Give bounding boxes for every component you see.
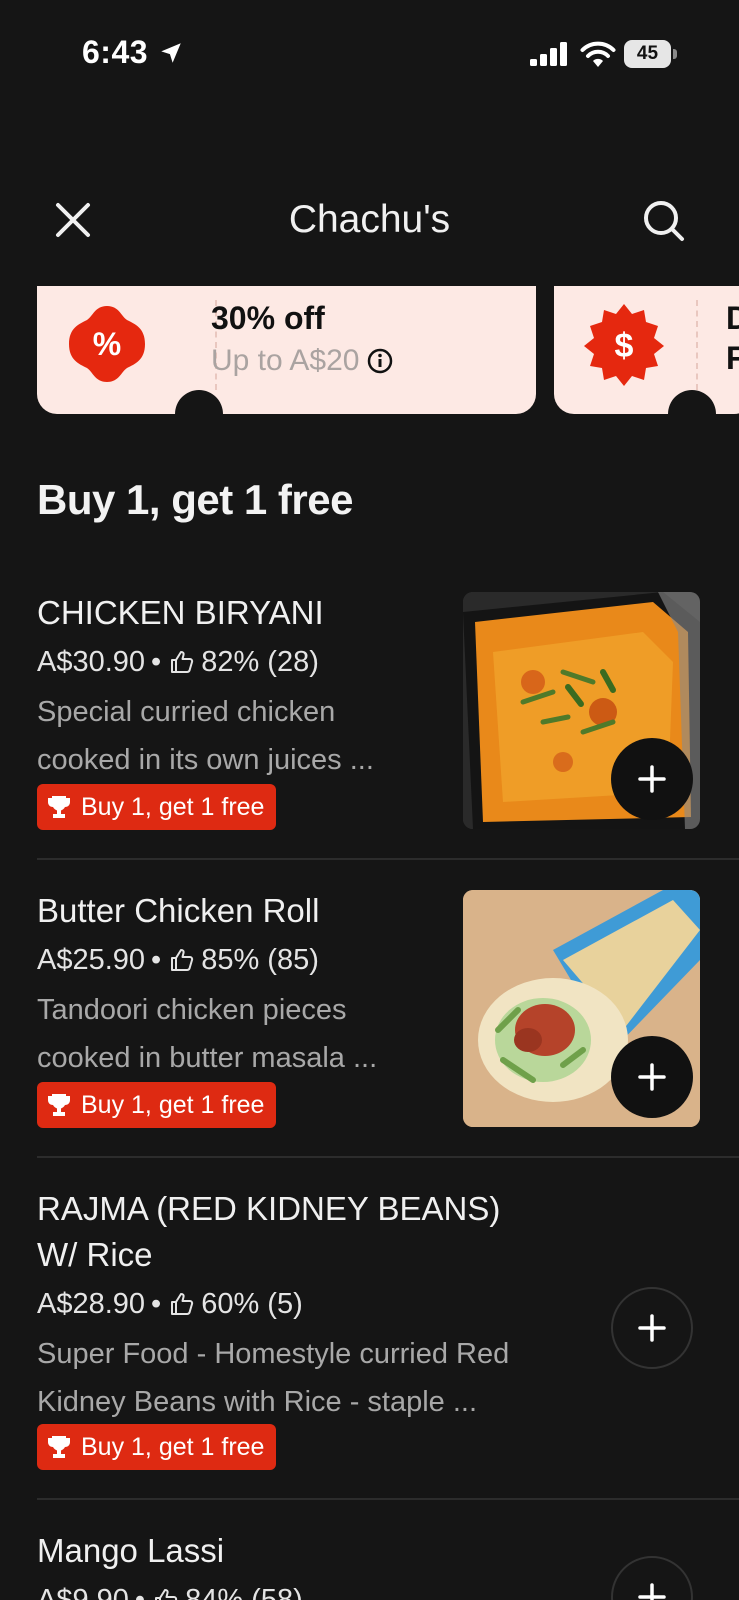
status-bar: 6:43 45 — [0, 0, 739, 110]
plus-icon — [638, 1063, 666, 1091]
deal-label: Buy 1, get 1 free — [81, 1090, 265, 1119]
item-rating: 85% (85) — [201, 944, 319, 976]
promo-divider — [696, 300, 698, 390]
battery-level: 45 — [636, 43, 659, 64]
item-rating: 60% (5) — [201, 1288, 303, 1320]
battery-cap — [673, 49, 677, 59]
item-price: A$25.90 — [37, 944, 146, 976]
promo-notch — [175, 390, 223, 414]
menu-item[interactable]: CHICKEN BIRYANI A$30.90 • 82% (28) Speci… — [37, 590, 739, 850]
badge-symbol: % — [93, 326, 121, 362]
promo-subtitle: Up to A$20 — [211, 344, 393, 378]
item-meta: A$9.90 • 84% (58) — [37, 1580, 303, 1600]
battery-indicator: 45 — [624, 40, 677, 68]
item-meta: A$28.90 • 60% (5) — [37, 1284, 303, 1324]
page-title: Chachu's — [288, 198, 451, 241]
item-desc-line2: cooked in its own juices ... — [37, 744, 374, 776]
item-rating: 82% (28) — [201, 646, 319, 678]
menu-item[interactable]: RAJMA (RED KIDNEY BEANS) W/ Rice A$28.90… — [37, 1186, 739, 1476]
deal-badge: Buy 1, get 1 free — [37, 784, 277, 830]
item-price: A$9.90 — [37, 1584, 129, 1600]
menu-item[interactable]: Mango Lassi A$9.90 • 84% (58) — [37, 1528, 739, 1600]
promo-subtitle-text: Up to A$20 — [211, 344, 360, 377]
item-price: A$30.90 — [37, 646, 146, 678]
item-name-line2: W/ Rice — [37, 1236, 153, 1273]
location-arrow-icon — [161, 43, 181, 63]
info-icon[interactable] — [367, 348, 393, 374]
meta-dot: • — [134, 1584, 146, 1600]
deal-badge: Buy 1, get 1 free — [37, 1082, 277, 1128]
item-desc-line2: cooked in butter masala ... — [37, 1042, 378, 1074]
trophy-icon — [48, 1436, 70, 1458]
trophy-icon — [48, 1094, 70, 1116]
deal-badge: Buy 1, get 1 free — [37, 1424, 277, 1470]
trophy-icon — [48, 796, 70, 818]
plus-icon — [638, 1314, 666, 1342]
item-name: CHICKEN BIRYANI — [37, 594, 324, 631]
screen: 6:43 45 Chachu's % 30% off Up to A$20 $ … — [0, 0, 739, 1600]
search-button[interactable] — [640, 197, 688, 245]
percent-badge-icon: % — [69, 306, 145, 382]
cellular-signal-icon — [530, 42, 567, 66]
item-meta: A$30.90 • 82% (28) — [37, 642, 319, 682]
section-title: Buy 1, get 1 free — [37, 476, 353, 523]
menu-item[interactable]: Butter Chicken Roll A$25.90 • 85% (85) T… — [37, 888, 739, 1148]
wifi-icon — [580, 41, 616, 67]
item-price: A$28.90 — [37, 1288, 146, 1320]
meta-dot: • — [151, 944, 162, 976]
add-to-cart-button[interactable] — [611, 1287, 693, 1369]
item-rating: 84% (58) — [185, 1584, 303, 1600]
plus-icon — [638, 1583, 666, 1600]
badge-symbol: $ — [615, 327, 634, 365]
search-icon — [644, 201, 684, 241]
status-time: 6:43 — [82, 34, 149, 70]
thumbs-up-icon — [171, 651, 194, 673]
promo-card[interactable]: % 30% off Up to A$20 — [37, 286, 536, 414]
item-name: Mango Lassi — [37, 1532, 225, 1569]
thumbs-up-icon — [171, 1293, 194, 1315]
item-separator — [37, 1156, 739, 1158]
item-desc-line2: Kidney Beans with Rice - staple ... — [37, 1386, 478, 1418]
dollar-badge-icon: $ — [584, 304, 664, 386]
item-desc-line1: Super Food - Homestyle curried Red — [37, 1338, 510, 1370]
meta-dot: • — [151, 1288, 162, 1320]
add-to-cart-button[interactable] — [611, 1556, 693, 1600]
promo-title: D — [726, 300, 739, 336]
promo-carousel[interactable]: % 30% off Up to A$20 $ D F — [0, 286, 739, 416]
promo-title: 30% off — [211, 300, 325, 336]
promo-notch — [668, 390, 716, 414]
item-name-line1: RAJMA (RED KIDNEY BEANS) — [37, 1190, 501, 1227]
deal-label: Buy 1, get 1 free — [81, 792, 265, 821]
meta-dot: • — [151, 646, 162, 678]
item-name: Butter Chicken Roll — [37, 892, 320, 929]
item-separator — [37, 858, 739, 860]
deal-label: Buy 1, get 1 free — [81, 1432, 265, 1461]
header: Chachu's — [0, 180, 739, 260]
item-meta: A$25.90 • 85% (85) — [37, 940, 319, 980]
promo-card[interactable]: $ D F — [554, 286, 739, 414]
add-to-cart-button[interactable] — [611, 1036, 693, 1118]
item-separator — [37, 1498, 739, 1500]
item-desc-line1: Tandoori chicken pieces — [37, 994, 347, 1026]
add-to-cart-button[interactable] — [611, 738, 693, 820]
item-desc-line1: Special curried chicken — [37, 696, 336, 728]
thumbs-up-icon — [171, 949, 194, 971]
thumbs-up-icon — [155, 1589, 178, 1600]
promo-subtitle: F — [726, 340, 739, 376]
plus-icon — [638, 765, 666, 793]
